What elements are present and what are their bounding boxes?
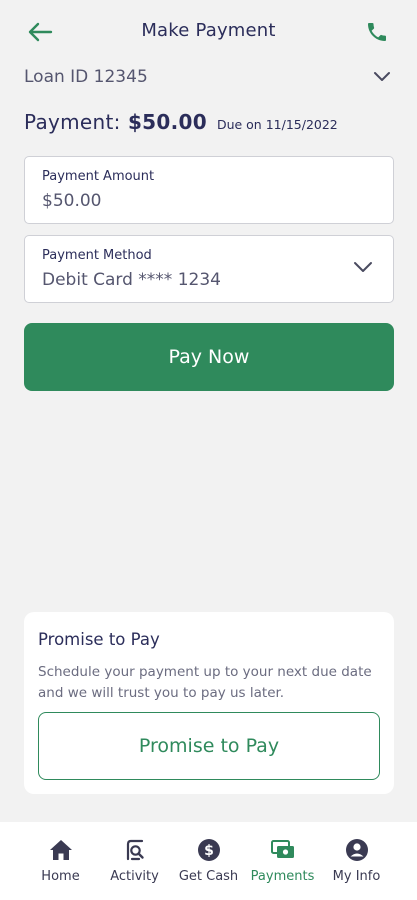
- activity-icon: [126, 839, 144, 861]
- svg-text:$: $: [204, 843, 214, 859]
- nav-label-home: Home: [41, 869, 80, 884]
- promise-title: Promise to Pay: [38, 630, 160, 649]
- app-header: Make Payment: [0, 0, 417, 64]
- payment-method-value: Debit Card **** 1234: [42, 270, 221, 290]
- payment-method-select[interactable]: Payment Method Debit Card **** 1234: [24, 235, 394, 303]
- bottom-navigation: Home Activity $ Get Cash Payments My Inf…: [0, 822, 417, 900]
- nav-item-get-cash[interactable]: $ Get Cash: [172, 822, 246, 900]
- payment-amount-input[interactable]: $50.00: [42, 191, 101, 211]
- chevron-down-icon: [374, 72, 390, 81]
- loan-id-label: Loan ID 12345: [24, 67, 148, 87]
- promise-to-pay-card: Promise to Pay Schedule your payment up …: [24, 612, 394, 794]
- promise-to-pay-button[interactable]: Promise to Pay: [38, 712, 380, 780]
- nav-item-home[interactable]: Home: [24, 822, 98, 900]
- nav-item-activity[interactable]: Activity: [98, 822, 172, 900]
- payment-amount-field[interactable]: Payment Amount $50.00: [24, 156, 394, 224]
- loan-selector[interactable]: Loan ID 12345: [24, 62, 391, 92]
- page-title: Make Payment: [141, 20, 276, 41]
- payment-summary: Payment: $50.00 Due on 11/15/2022: [24, 110, 338, 134]
- payment-method-label: Payment Method: [42, 248, 152, 263]
- pay-now-button[interactable]: Pay Now: [24, 323, 394, 391]
- payments-icon: [270, 840, 294, 858]
- dollar-icon: $: [197, 839, 220, 861]
- home-icon: [49, 840, 72, 860]
- payment-amount: $50.00: [127, 110, 207, 134]
- nav-label-payments: Payments: [250, 869, 315, 884]
- payment-label: Payment:: [24, 110, 121, 134]
- chevron-down-icon: [354, 262, 372, 272]
- phone-icon: [368, 23, 386, 41]
- nav-item-my-info[interactable]: My Info: [320, 822, 394, 900]
- payment-total: Payment: $50.00: [24, 110, 207, 134]
- nav-label-my-info: My Info: [332, 869, 381, 884]
- promise-description: Schedule your payment up to your next du…: [38, 664, 372, 701]
- user-icon: [345, 839, 368, 861]
- nav-item-payments[interactable]: Payments: [246, 822, 320, 900]
- nav-label-activity: Activity: [110, 869, 159, 884]
- nav-label-get-cash: Get Cash: [178, 869, 239, 884]
- call-button[interactable]: [363, 18, 391, 46]
- payment-amount-label: Payment Amount: [42, 169, 155, 184]
- due-date: Due on 11/15/2022: [216, 117, 338, 132]
